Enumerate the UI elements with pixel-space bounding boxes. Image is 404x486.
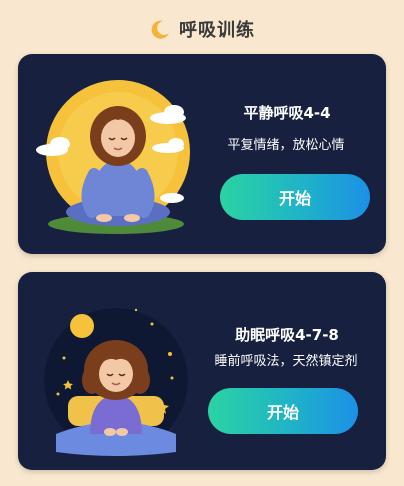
exercise-subtitle: 睡前呼吸法，天然镇定剂 [214, 354, 358, 369]
moon-icon [149, 18, 171, 40]
exercise-title: 助眠呼吸4-7-8 [235, 326, 339, 344]
exercise-title: 平静呼吸4-4 [243, 104, 331, 122]
meditating-woman-image [32, 66, 200, 242]
exercise-subtitle: 平复情绪，放松心情 [227, 138, 345, 153]
page-header: 呼吸训练 [0, 14, 404, 44]
start-button[interactable]: 开始 [208, 388, 358, 434]
exercise-card-calm: 平静呼吸4-4 平复情绪，放松心情 开始 [18, 54, 386, 254]
exercise-card-sleep: 助眠呼吸4-7-8 睡前呼吸法，天然镇定剂 开始 [18, 272, 386, 470]
start-button[interactable]: 开始 [220, 174, 370, 220]
page-title: 呼吸训练 [179, 20, 255, 41]
sleeping-girl-image [32, 284, 200, 460]
